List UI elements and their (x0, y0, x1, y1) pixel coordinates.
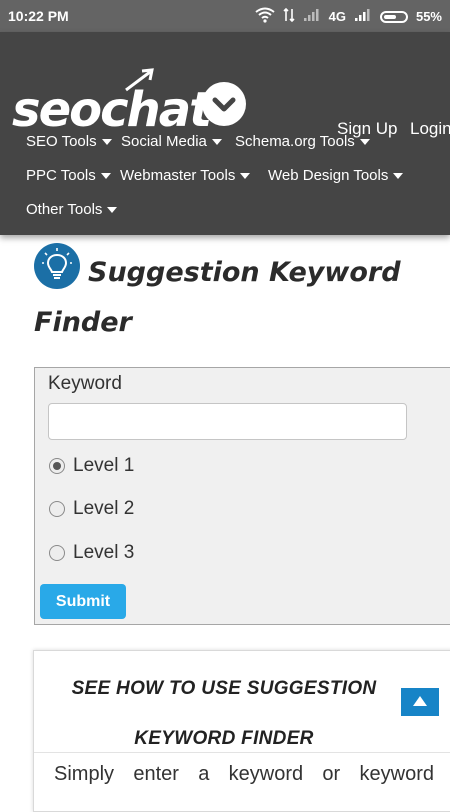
divider (34, 752, 450, 753)
logo-arrow-icon (125, 68, 154, 92)
level-1-label: Level 1 (73, 455, 135, 476)
nav-label: Schema.org Tools (235, 133, 355, 150)
nav-label: PPC Tools (26, 167, 96, 184)
nav-label: Web Design Tools (268, 167, 389, 184)
nav-label: Other Tools (26, 201, 103, 218)
level-1-radio[interactable] (49, 458, 65, 474)
wifi-icon (255, 7, 275, 26)
network-type: 4G (328, 9, 346, 24)
keyword-input[interactable] (48, 403, 407, 440)
caret-down-icon (100, 173, 111, 180)
level-2-option[interactable]: Level 2 (49, 498, 134, 520)
caret-down-icon (393, 173, 404, 180)
nav-schema-tools[interactable]: Schema.org Tools (235, 133, 370, 150)
logo-text: seochat (12, 82, 212, 138)
nav-seo-tools[interactable]: SEO Tools (26, 133, 112, 150)
caret-down-icon (211, 139, 222, 146)
nav-social-media[interactable]: Social Media (121, 133, 222, 150)
login-link[interactable]: Login (410, 119, 450, 139)
caret-down-icon (240, 173, 251, 180)
level-2-label: Level 2 (73, 498, 135, 519)
signal-empty-icon (303, 8, 321, 25)
battery-icon (379, 10, 408, 23)
nav-webmaster-tools[interactable]: Webmaster Tools (120, 167, 251, 184)
nav-ppc-tools[interactable]: PPC Tools (26, 167, 111, 184)
status-time: 10:22 PM (8, 8, 69, 24)
submit-button[interactable]: Submit (40, 584, 126, 619)
nav-other-tools[interactable]: Other Tools (26, 201, 118, 218)
caret-down-icon (359, 139, 370, 146)
caret-down-icon (107, 207, 118, 214)
signal-icon (354, 8, 372, 25)
level-3-label: Level 3 (73, 542, 135, 563)
nav-web-design-tools[interactable]: Web Design Tools (268, 167, 404, 184)
status-bar: 10:22 PM 4G 55% (0, 0, 450, 32)
back-to-top-button[interactable] (401, 688, 439, 716)
caret-down-icon (101, 139, 112, 146)
nav-label: Social Media (121, 133, 207, 150)
nav-label: Webmaster Tools (120, 167, 236, 184)
status-icons: 4G 55% (255, 7, 442, 26)
how-to-body: Simply enter a keyword or keyword (54, 763, 434, 785)
how-to-heading[interactable]: SEE HOW TO USE SUGGESTION KEYWORD FINDER (54, 664, 394, 764)
keyword-form: Keyword Level 1 Level 2 Level 3 Submit (34, 367, 450, 625)
page-title: Suggestion Keyword Finder (34, 257, 401, 338)
nav-label: SEO Tools (26, 133, 97, 150)
chevron-down-icon[interactable] (202, 82, 246, 126)
level-3-radio[interactable] (49, 545, 65, 561)
level-2-radio[interactable] (49, 501, 65, 517)
level-3-option[interactable]: Level 3 (49, 542, 134, 564)
level-1-option[interactable]: Level 1 (49, 455, 134, 477)
site-header: seochat Sign Up Login SEO Tools Social M… (0, 32, 450, 235)
keyword-label: Keyword (48, 373, 122, 394)
data-transfer-icon (283, 7, 295, 26)
how-to-panel: SEE HOW TO USE SUGGESTION KEYWORD FINDER… (33, 650, 450, 812)
battery-level: 55% (415, 9, 442, 24)
